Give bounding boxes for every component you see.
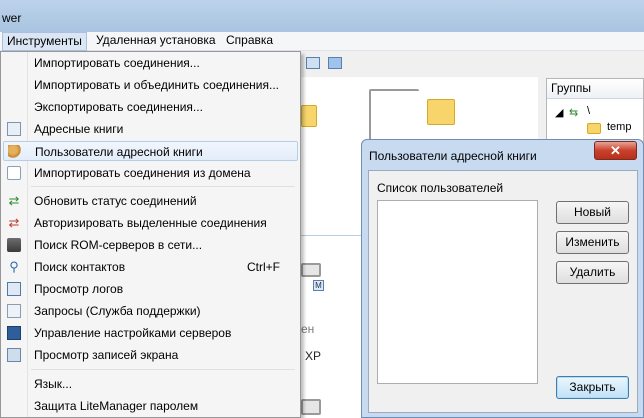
menu-tools[interactable]: Инструменты (2, 32, 87, 51)
menu-item-import-merge[interactable]: Импортировать и объединить соединения... (3, 75, 298, 95)
window-title: wer (2, 11, 22, 25)
monitor-icon (7, 326, 21, 340)
groups-header: Группы (547, 79, 643, 99)
menu-item-import-from-domain[interactable]: Импортировать соединения из домена (3, 163, 298, 183)
tools-menu: Импортировать соединения... Импортироват… (0, 51, 301, 418)
magnifier-icon: ⚲ (9, 259, 19, 274)
network-group-icon: ⇆ (569, 107, 579, 119)
network-search-icon (7, 238, 21, 252)
folder-icon (587, 123, 601, 134)
monitor-icon[interactable] (328, 57, 342, 69)
tree-expander-icon[interactable]: ◢ (555, 106, 563, 119)
refresh-icon: ⇄ (8, 193, 20, 208)
connection-label: ен (301, 322, 315, 336)
menu-item-rom-search[interactable]: Поиск ROM-серверов в сети... (3, 235, 298, 255)
window-titlebar: wer (0, 0, 644, 32)
mail-icon[interactable] (306, 57, 320, 69)
users-listbox[interactable] (377, 200, 538, 384)
close-button[interactable]: Закрыть (556, 376, 629, 399)
authorize-icon: ⇄ (8, 215, 20, 230)
users-list-label: Список пользователей (377, 181, 504, 195)
connection-label: XP (305, 349, 322, 363)
log-icon (7, 282, 21, 296)
address-book-icon (7, 122, 21, 136)
menu-item-server-settings[interactable]: Управление настройками серверов (3, 323, 298, 343)
users-icon (8, 145, 22, 159)
computer-icon[interactable] (301, 399, 321, 415)
dialog-body: Список пользователей Новый Изменить Удал… (368, 170, 638, 413)
menu-item-language[interactable]: Язык... (3, 374, 298, 394)
menu-remote-install[interactable]: Удаленная установка (92, 32, 220, 51)
menu-item-refresh-status[interactable]: ⇄ Обновить статус соединений (3, 191, 298, 211)
edit-button[interactable]: Изменить (556, 231, 629, 254)
group-temp[interactable]: temp (607, 121, 631, 133)
envelope-icon (7, 304, 21, 318)
folder-icon[interactable] (427, 99, 455, 125)
menu-item-export[interactable]: Экспортировать соединения... (3, 97, 298, 117)
folder-icon[interactable] (301, 105, 317, 127)
connection-badge: M (313, 280, 324, 291)
address-book-users-dialog: Пользователи адресной книги ✕ Список пол… (361, 139, 644, 418)
group-root[interactable]: \ (587, 105, 590, 117)
menu-item-authorize[interactable]: ⇄ Авторизировать выделенные соединения (3, 213, 298, 233)
menu-item-requests[interactable]: Запросы (Служба поддержки) (3, 301, 298, 321)
new-button[interactable]: Новый (556, 201, 629, 224)
close-icon[interactable]: ✕ (594, 141, 637, 160)
menu-item-import[interactable]: Импортировать соединения... (3, 53, 298, 73)
dialog-title: Пользователи адресной книги (369, 149, 537, 163)
menu-item-password-protect[interactable]: Защита LiteManager паролем (3, 396, 298, 416)
menu-item-address-book-users[interactable]: Пользователи адресной книги (3, 141, 298, 161)
shortcut-label: Ctrl+F (247, 260, 280, 274)
domain-import-icon (7, 166, 21, 180)
menu-item-find-contacts[interactable]: ⚲ Поиск контактов Ctrl+F (3, 257, 298, 277)
menu-help[interactable]: Справка (222, 32, 277, 51)
menu-item-view-logs[interactable]: Просмотр логов (3, 279, 298, 299)
screen-record-icon (7, 348, 21, 362)
computer-icon[interactable] (301, 263, 321, 277)
menubar: Инструменты Удаленная установка Справка (0, 32, 644, 51)
menu-separator (31, 369, 295, 370)
delete-button[interactable]: Удалить (556, 261, 629, 284)
menu-item-address-books[interactable]: Адресные книги (3, 119, 298, 139)
menu-item-screen-records[interactable]: Просмотр записей экрана (3, 345, 298, 365)
menu-separator (31, 186, 295, 187)
